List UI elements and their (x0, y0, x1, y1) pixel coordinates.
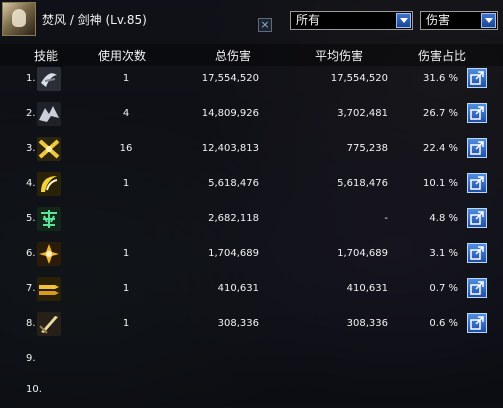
table-row: 6. 1 1,704,689 1,704,689 3.1 % (0, 238, 503, 272)
column-header-count: 使用次数 (98, 49, 147, 63)
row-average-damage: 3,702,481 (337, 108, 388, 119)
row-rank: 7. (26, 283, 36, 294)
column-header-total: 总伤害 (215, 49, 252, 63)
row-rank: 4. (26, 178, 36, 189)
row-count: 1 (122, 73, 130, 84)
row-rank: 2. (26, 108, 36, 119)
row-rank: 3. (26, 143, 36, 154)
chevron-down-icon[interactable] (481, 13, 496, 28)
panel-top-bar: 焚风 / 剑神 (Lv.85) × 所有 伤害 (0, 0, 503, 44)
open-detail-button[interactable] (467, 208, 487, 228)
open-detail-button[interactable] (467, 243, 487, 263)
open-detail-button[interactable] (467, 103, 487, 123)
row-count: 16 (119, 143, 133, 154)
filter-dropdown[interactable]: 所有 (290, 11, 413, 30)
row-total-damage: 2,682,118 (208, 213, 259, 224)
row-damage-percent: 26.7 % (423, 108, 458, 119)
row-damage-percent: 0.7 % (429, 283, 458, 294)
open-detail-button[interactable] (467, 173, 487, 193)
cross-blade-icon (37, 137, 61, 161)
column-header-pct: 伤害占比 (418, 49, 467, 63)
row-total-damage: 1,704,689 (208, 248, 259, 259)
row-count: 4 (122, 108, 130, 119)
table-row: 10. (0, 374, 503, 408)
row-rank: 1. (26, 73, 36, 84)
table-row: 7. 1 410,631 410,631 0.7 % (0, 273, 503, 307)
close-icon[interactable]: × (258, 18, 272, 32)
row-total-damage: 14,809,926 (201, 108, 259, 119)
row-average-damage: - (384, 213, 388, 224)
table-row: 8. 1 308,336 308,336 0.6 % (0, 308, 503, 342)
table-row: 9. (0, 343, 503, 377)
sort-dropdown[interactable]: 伤害 (420, 11, 498, 30)
open-detail-button[interactable] (467, 313, 487, 333)
open-detail-button[interactable] (467, 68, 487, 88)
row-average-damage: 17,554,520 (330, 73, 388, 84)
table-row: 1. 1 17,554,520 17,554,520 31.6 % (0, 63, 503, 97)
skill-damage-statistics-panel: 焚风 / 剑神 (Lv.85) × 所有 伤害 技能 使用次数 总伤害 平均伤害… (0, 0, 503, 406)
row-average-damage: 410,631 (346, 283, 388, 294)
row-count: 1 (122, 178, 130, 189)
row-average-damage: 5,618,476 (337, 178, 388, 189)
row-total-damage: 5,618,476 (208, 178, 259, 189)
table-row: 5. 2,682,118 - 4.8 % (0, 203, 503, 237)
ghost-slash-icon (37, 67, 61, 91)
row-rank: 9. (26, 353, 36, 364)
flame-burst-icon (37, 242, 61, 266)
column-header-skill: 技能 (34, 49, 59, 63)
row-damage-percent: 4.8 % (429, 213, 458, 224)
row-rank: 8. (26, 318, 36, 329)
row-rank: 10. (26, 384, 42, 395)
phantom-sword-icon (37, 312, 61, 336)
row-average-damage: 308,336 (346, 318, 388, 329)
open-detail-button[interactable] (467, 278, 487, 298)
table-row: 2. 4 14,809,926 3,702,481 26.7 % (0, 98, 503, 132)
character-name-label: 焚风 / 剑神 (Lv.85) (42, 13, 147, 27)
column-header-avg: 平均伤害 (315, 49, 364, 63)
character-avatar (2, 2, 36, 36)
arc-slash-icon (37, 172, 61, 196)
row-damage-percent: 10.1 % (423, 178, 458, 189)
row-damage-percent: 0.6 % (429, 318, 458, 329)
row-total-damage: 17,554,520 (201, 73, 259, 84)
row-count: 1 (122, 248, 130, 259)
glyph-icon (37, 207, 61, 231)
row-total-damage: 308,336 (217, 318, 259, 329)
row-rank: 5. (26, 213, 36, 224)
table-row: 4. 1 5,618,476 5,618,476 10.1 % (0, 168, 503, 202)
row-total-damage: 410,631 (217, 283, 259, 294)
row-rank: 6. (26, 248, 36, 259)
dual-strike-icon (37, 277, 61, 301)
open-detail-button[interactable] (467, 138, 487, 158)
row-damage-percent: 3.1 % (429, 248, 458, 259)
table-row: 3. 16 12,403,813 775,238 22.4 % (0, 133, 503, 167)
row-average-damage: 775,238 (346, 143, 388, 154)
row-count: 1 (122, 318, 130, 329)
filter-dropdown-value: 所有 (296, 13, 321, 27)
row-count: 1 (122, 283, 130, 294)
row-average-damage: 1,704,689 (337, 248, 388, 259)
chevron-down-icon[interactable] (396, 13, 411, 28)
row-damage-percent: 22.4 % (423, 143, 458, 154)
sort-dropdown-value: 伤害 (426, 13, 451, 27)
row-total-damage: 12,403,813 (201, 143, 259, 154)
row-damage-percent: 31.6 % (423, 73, 458, 84)
wolf-fang-icon (37, 102, 61, 126)
